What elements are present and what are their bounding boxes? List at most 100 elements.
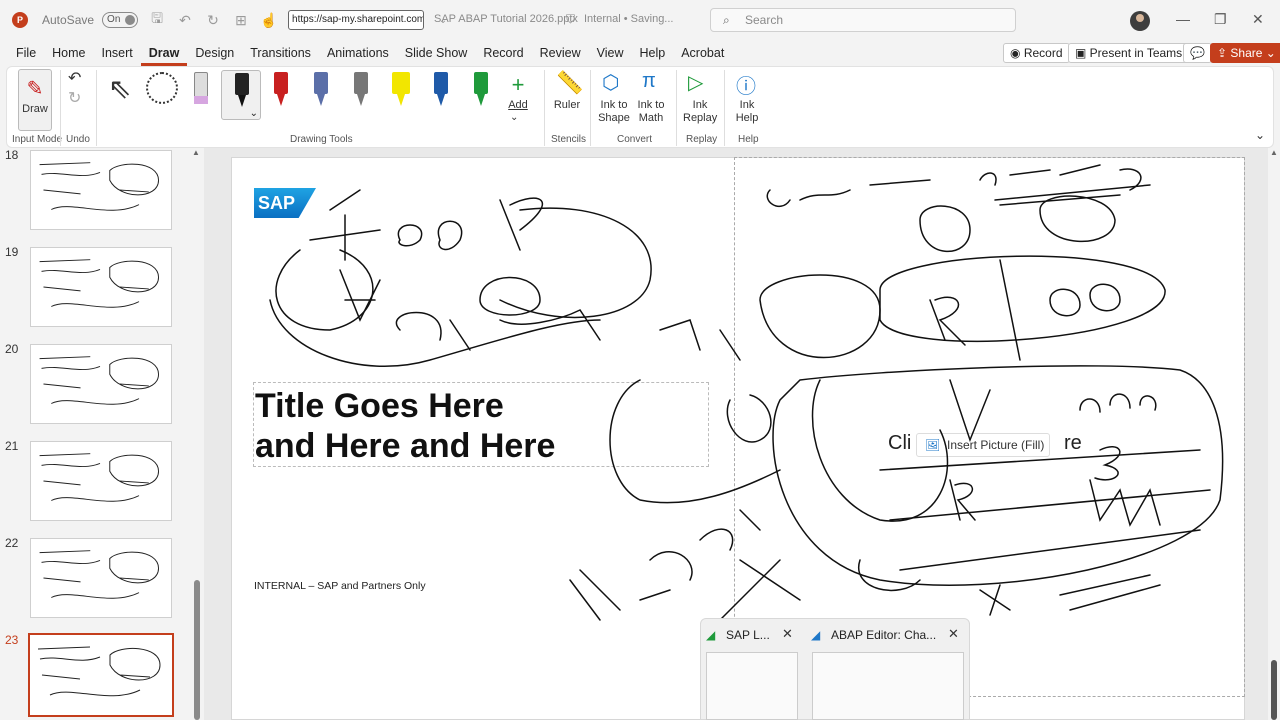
- pen-icon[interactable]: [351, 72, 371, 110]
- undo-icon[interactable]: ↶: [176, 12, 194, 29]
- menu-tab-transitions[interactable]: Transitions: [242, 40, 319, 66]
- menu-tab-help[interactable]: Help: [632, 40, 674, 66]
- slide-number: 20: [5, 342, 19, 356]
- slide-thumbnail[interactable]: [30, 247, 172, 327]
- sensitivity-label[interactable]: Internal • Saving...: [584, 13, 673, 25]
- slide-footer: INTERNAL – SAP and Partners Only: [254, 580, 426, 592]
- ruler-icon[interactable]: 📏: [556, 70, 583, 96]
- insert-picture-button[interactable]: 🖼 Insert Picture (Fill): [916, 433, 1050, 457]
- ink-to-math-label[interactable]: Ink to Math: [634, 99, 668, 125]
- group-convert: Convert: [617, 134, 653, 145]
- chevron-down-icon[interactable]: ⌄: [510, 112, 518, 123]
- save-icon[interactable]: 🖫: [148, 8, 166, 32]
- close-preview-2-button[interactable]: ✕: [948, 626, 959, 642]
- present-icon[interactable]: ⊞: [232, 12, 250, 29]
- picture-placeholder[interactable]: [734, 157, 1245, 697]
- ink-replay-label[interactable]: Ink Replay: [683, 99, 717, 125]
- minimize-icon[interactable]: —: [1176, 11, 1190, 27]
- black-pen-icon: [232, 73, 252, 111]
- autosave-toggle[interactable]: On: [102, 12, 139, 28]
- lasso-select-icon[interactable]: [146, 72, 178, 104]
- scroll-up-icon[interactable]: ▲: [1270, 148, 1278, 157]
- help-icon[interactable]: ⓘ: [736, 70, 756, 99]
- search-input[interactable]: ⌕ Search: [710, 8, 1016, 32]
- comments-icon[interactable]: 💬: [1183, 43, 1212, 63]
- menu-tab-design[interactable]: Design: [187, 40, 242, 66]
- shield-icon: ⛉: [566, 12, 576, 26]
- menu-tab-animations[interactable]: Animations: [319, 40, 397, 66]
- menu-tab-slide-show[interactable]: Slide Show: [397, 40, 476, 66]
- abap-editor-icon: ◢: [811, 628, 821, 642]
- menu-tab-record[interactable]: Record: [475, 40, 531, 66]
- menu-tab-view[interactable]: View: [589, 40, 632, 66]
- group-separator: [544, 70, 545, 146]
- undo-icon[interactable]: ↶: [68, 68, 81, 88]
- pen-icon[interactable]: [391, 72, 411, 110]
- avatar[interactable]: [1130, 11, 1150, 31]
- maximize-icon[interactable]: ❐: [1214, 11, 1227, 28]
- slide-thumbnail[interactable]: [30, 538, 172, 618]
- selected-pen[interactable]: ⌄: [221, 70, 261, 120]
- slide-thumbnail[interactable]: [30, 441, 172, 521]
- editor-scrollbar[interactable]: ▲: [1268, 148, 1280, 720]
- menu-tab-acrobat[interactable]: Acrobat: [673, 40, 732, 66]
- redo-icon[interactable]: ↻: [204, 12, 222, 29]
- draw-button[interactable]: ✎ Draw: [18, 69, 52, 131]
- ink-help-label[interactable]: Ink Help: [732, 99, 762, 125]
- preview-title-2[interactable]: ABAP Editor: Cha...: [831, 628, 936, 642]
- redo-icon[interactable]: ↻: [68, 88, 81, 108]
- pen-icon[interactable]: [271, 72, 291, 110]
- search-icon: ⌕: [723, 13, 730, 27]
- group-drawing-tools: Drawing Tools: [290, 134, 353, 145]
- ink-replay-icon[interactable]: ▷: [688, 70, 703, 95]
- slide-number: 22: [5, 536, 19, 550]
- slide-thumbnail[interactable]: [30, 344, 172, 424]
- add-pen-icon[interactable]: +: [506, 72, 530, 98]
- title-line-2: and Here and Here: [255, 427, 556, 465]
- pen-icon[interactable]: [471, 72, 491, 110]
- add-pen-label[interactable]: Add: [503, 99, 533, 111]
- preview-thumbnail-2[interactable]: [812, 652, 964, 720]
- touch-mode-icon[interactable]: ☝: [260, 12, 278, 29]
- menu-tab-draw[interactable]: Draw: [140, 40, 188, 66]
- scroll-up-icon[interactable]: ▲: [192, 148, 200, 157]
- preview-title-1[interactable]: SAP L...: [726, 628, 770, 642]
- record-button[interactable]: ◉ Record: [1003, 43, 1070, 63]
- insert-picture-hint[interactable]: Cli 🖼 Insert Picture (Fill) re: [888, 432, 1082, 458]
- slide-number: 21: [5, 439, 19, 453]
- menu-tab-review[interactable]: Review: [532, 40, 589, 66]
- ruler-label[interactable]: Ruler: [552, 99, 582, 111]
- url-field[interactable]: https://sap-my.sharepoint.com/: [288, 10, 425, 30]
- eraser-icon[interactable]: [191, 72, 211, 110]
- menu-tab-file[interactable]: File: [8, 40, 44, 66]
- preview-thumbnail-1[interactable]: [706, 652, 798, 720]
- slide-title[interactable]: Title Goes Here and Here and Here: [255, 386, 555, 466]
- slide-number: 18: [5, 148, 19, 162]
- close-icon[interactable]: ✕: [1252, 11, 1264, 28]
- picture-suffix: re: [1064, 432, 1082, 454]
- slide-thumbnail[interactable]: [28, 633, 174, 717]
- pen-icon[interactable]: [431, 72, 451, 110]
- present-in-teams-button[interactable]: ▣ Present in Teams: [1068, 43, 1190, 63]
- close-preview-1-button[interactable]: ✕: [782, 626, 793, 642]
- menu-tab-home[interactable]: Home: [44, 40, 93, 66]
- select-cursor-icon[interactable]: ⇖: [108, 72, 131, 105]
- document-title[interactable]: SAP ABAP Tutorial 2026.pptx: [434, 13, 578, 25]
- menu-tab-insert[interactable]: Insert: [94, 40, 141, 66]
- autosave-label: AutoSave: [42, 13, 95, 27]
- chevron-down-icon: ⌄: [249, 108, 258, 119]
- share-button[interactable]: ⇪ Share ⌄: [1210, 43, 1280, 63]
- slide-thumbnail-pane: 18 19 20 21 22 23: [0, 148, 204, 720]
- pen-icon: ✎: [26, 78, 44, 100]
- collapse-ribbon-icon[interactable]: ⌄: [1255, 128, 1265, 142]
- scrollbar-thumb[interactable]: [1271, 660, 1277, 720]
- pen-icon[interactable]: [311, 72, 331, 110]
- ink-to-math-icon[interactable]: π: [642, 70, 656, 93]
- scrollbar-thumb[interactable]: [194, 580, 200, 720]
- slide-thumbnail[interactable]: [30, 150, 172, 230]
- ink-to-shape-icon[interactable]: ⬡: [602, 70, 619, 95]
- thumbnail-scrollbar[interactable]: ▲: [192, 148, 202, 720]
- ink-to-shape-label[interactable]: Ink to Shape: [598, 99, 630, 125]
- group-separator: [96, 70, 97, 146]
- title-line-1: Title Goes Here: [255, 387, 504, 425]
